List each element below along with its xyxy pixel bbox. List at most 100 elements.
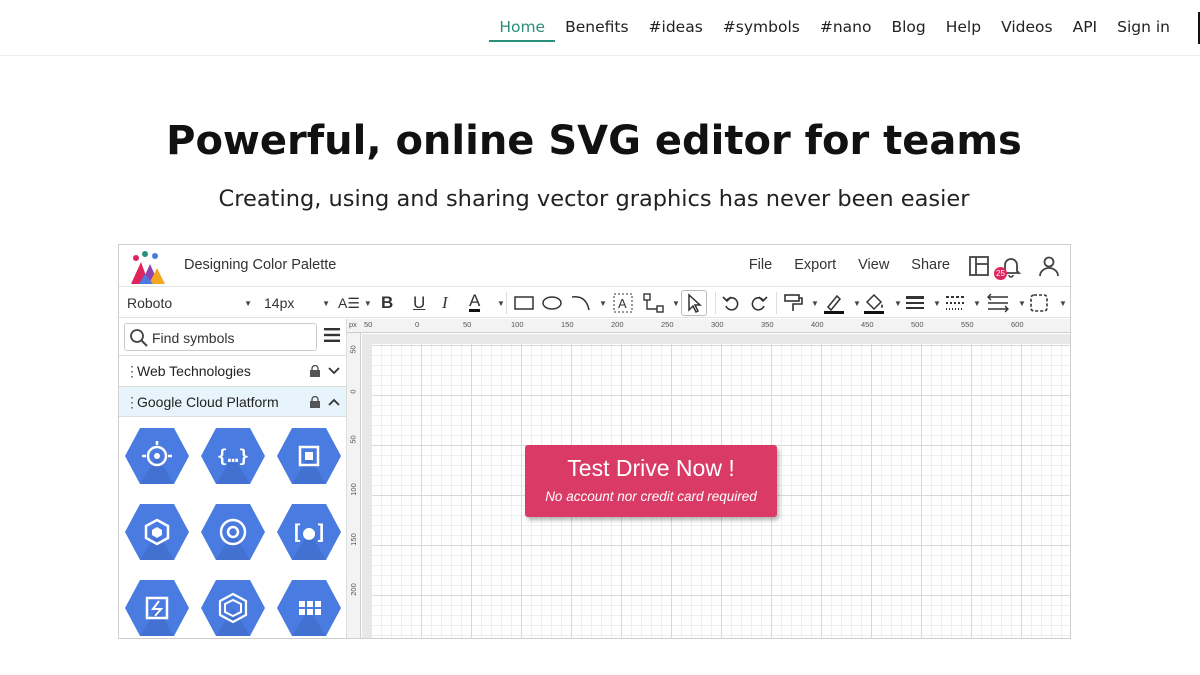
user-icon[interactable]	[1037, 254, 1061, 278]
chevron-down-icon: ▼	[672, 299, 680, 308]
nav-home[interactable]: Home	[489, 16, 556, 42]
nav-benefits[interactable]: Benefits	[555, 16, 638, 42]
chevron-down-icon: ▼	[497, 299, 505, 308]
cluster-icon[interactable]: [●]	[276, 502, 342, 562]
connector-tool-icon[interactable]	[643, 293, 665, 313]
ruler-label: 550	[961, 320, 974, 329]
layout-panel-icon[interactable]	[967, 254, 991, 278]
arrow-style-icon[interactable]	[987, 293, 1009, 313]
ruler-unit: px	[349, 320, 357, 329]
chevron-down-icon: ▼	[244, 298, 252, 308]
line-color-icon[interactable]	[823, 292, 845, 314]
lock-icon	[310, 365, 320, 377]
horizontal-ruler: px 50 0 50 100 150 200 250 300 350 400 4…	[347, 319, 1070, 333]
ruler-label: 450	[861, 320, 874, 329]
redo-icon[interactable]	[750, 294, 768, 312]
editor-menu: File Export View Share	[727, 257, 950, 273]
menu-view[interactable]: View	[858, 257, 889, 273]
text-align-button[interactable]: A☰ ▼	[338, 292, 372, 314]
search-placeholder: Find symbols	[152, 330, 235, 346]
nav-blog[interactable]: Blog	[881, 16, 935, 42]
ruler-label: 350	[761, 320, 774, 329]
menu-export[interactable]: Export	[794, 257, 836, 273]
svg-text:{…}: {…}	[217, 446, 250, 467]
line-weight-icon[interactable]	[905, 294, 925, 312]
endpoints-icon[interactable]	[124, 426, 190, 486]
grid-icon[interactable]	[276, 578, 342, 638]
ruler-label: 0	[348, 389, 358, 394]
svg-text:[●]: [●]	[291, 520, 327, 544]
ruler-label: 200	[348, 583, 358, 596]
format-painter-icon[interactable]	[783, 293, 803, 313]
editor-header: Designing Color Palette File Export View…	[119, 245, 1070, 287]
document-title[interactable]: Designing Color Palette	[184, 257, 336, 273]
ellipse-tool-icon[interactable]	[542, 296, 562, 310]
chevron-down-icon: ▼	[933, 299, 941, 308]
rectangle-tool-icon[interactable]	[514, 296, 534, 310]
chevron-down-icon: ▼	[1018, 299, 1026, 308]
library-label: Web Technologies	[137, 363, 251, 379]
ruler-label: 400	[811, 320, 824, 329]
font-family-select[interactable]: Roboto ▼	[127, 292, 252, 314]
fill-color-icon[interactable]	[863, 292, 885, 314]
underline-icon[interactable]: U	[413, 292, 425, 314]
font-size-value: 14px	[264, 295, 295, 311]
nav-links: Home Benefits #ideas #symbols #nano Blog…	[489, 16, 1180, 42]
shutter-icon[interactable]	[200, 502, 266, 562]
cta-title: Test Drive Now !	[567, 455, 735, 481]
ruler-label: 50	[364, 320, 373, 329]
nav-symbols[interactable]: #symbols	[713, 16, 810, 42]
nav-help[interactable]: Help	[936, 16, 991, 42]
svg-text:A: A	[618, 296, 627, 311]
curve-tool-icon[interactable]	[571, 294, 591, 312]
ruler-label: 100	[348, 483, 358, 496]
nav-videos[interactable]: Videos	[991, 16, 1063, 42]
nav-nano[interactable]: #nano	[810, 16, 882, 42]
ruler-label: 300	[711, 320, 724, 329]
italic-icon[interactable]: I	[442, 292, 448, 314]
select-tool-button[interactable]	[681, 290, 707, 316]
hero-title: Powerful, online SVG editor for teams	[166, 118, 1022, 164]
formatting-toolbar: Roboto ▼ 14px ▼ A☰ ▼ B U I A ▼ ▼ A ▼ ▼ ▼ …	[119, 288, 1070, 318]
compute-chip-icon[interactable]	[276, 426, 342, 486]
toolbar-divider	[715, 292, 716, 314]
nav-ideas[interactable]: #ideas	[639, 16, 713, 42]
gpu-icon[interactable]	[124, 578, 190, 638]
border-style-icon[interactable]	[1029, 293, 1049, 313]
ruler-label: 50	[348, 435, 358, 444]
notification-badge: 25	[994, 267, 1007, 280]
library-web-technologies[interactable]: ⋮ Web Technologies	[119, 355, 346, 386]
ruler-label: 600	[1011, 320, 1024, 329]
test-drive-button[interactable]: Test Drive Now ! No account nor credit c…	[525, 445, 777, 517]
chevron-down-icon: ▼	[853, 299, 861, 308]
undo-icon[interactable]	[722, 294, 740, 312]
ruler-label: 250	[661, 320, 674, 329]
ruler-label: 50	[463, 320, 472, 329]
search-icon	[130, 329, 148, 347]
bold-icon[interactable]: B	[381, 292, 393, 314]
text-color-icon[interactable]: A	[469, 291, 481, 312]
api-icon[interactable]: {…}	[200, 426, 266, 486]
top-navigation: Home Benefits #ideas #symbols #nano Blog…	[0, 0, 1200, 56]
hero-subtitle: Creating, using and sharing vector graph…	[218, 186, 970, 212]
symbol-search-input[interactable]: Find symbols	[124, 323, 317, 351]
cursor-icon	[688, 293, 702, 314]
menu-icon[interactable]	[324, 327, 340, 343]
toolbar-divider	[776, 292, 777, 314]
text-box-tool-icon[interactable]: A	[613, 293, 633, 313]
chevron-up-icon[interactable]	[328, 397, 340, 407]
chevron-down-icon: ▼	[599, 299, 607, 308]
library-google-cloud-platform[interactable]: ⋮ Google Cloud Platform	[119, 386, 346, 417]
font-size-select[interactable]: 14px ▼	[264, 292, 330, 314]
container-icon[interactable]	[124, 502, 190, 562]
menu-share[interactable]: Share	[911, 257, 950, 273]
chevron-down-icon[interactable]	[328, 366, 340, 376]
layers-icon[interactable]	[200, 578, 266, 638]
menu-file[interactable]: File	[749, 257, 772, 273]
chevron-down-icon: ▼	[811, 299, 819, 308]
line-style-icon[interactable]	[945, 294, 965, 312]
ruler-label: 0	[415, 320, 420, 329]
notifications-button[interactable]: 25	[994, 254, 1023, 280]
nav-api[interactable]: API	[1063, 16, 1108, 42]
nav-sign-in[interactable]: Sign in	[1107, 16, 1180, 42]
